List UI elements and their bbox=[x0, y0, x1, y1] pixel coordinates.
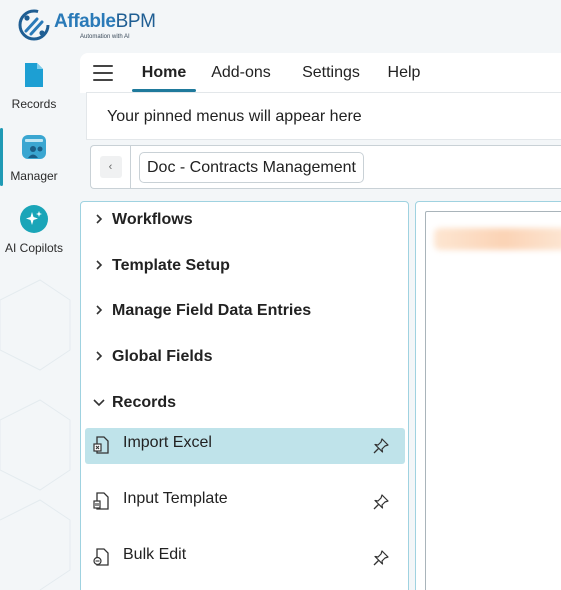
tab-add-ons[interactable]: Add-ons bbox=[206, 53, 276, 93]
module-navigation-panel: Workflows Template Setup Manage Field Da… bbox=[80, 201, 409, 590]
rail-item-label: Manager bbox=[10, 169, 58, 183]
records-icon bbox=[25, 63, 43, 87]
chevron-right-icon bbox=[96, 351, 103, 361]
nav-item-label: Bulk Edit bbox=[123, 546, 187, 563]
breadcrumb: ‹ Doc - Contracts Management bbox=[90, 145, 561, 189]
rail-item-ai-copilots[interactable]: AI Copilots bbox=[0, 198, 68, 262]
pinned-menus-bar: Your pinned menus will appear here bbox=[86, 92, 561, 140]
nav-item-input-template[interactable]: Input Template bbox=[85, 484, 405, 520]
rail-item-label: Records bbox=[11, 97, 57, 111]
pinned-menus-message: Your pinned menus will appear here bbox=[107, 108, 362, 125]
rail-item-label: AI Copilots bbox=[4, 241, 64, 255]
nav-section-global-fields[interactable]: Global Fields bbox=[91, 346, 391, 370]
tab-settings[interactable]: Settings bbox=[296, 53, 366, 93]
nav-section-label: Workflows bbox=[112, 211, 193, 228]
pin-icon[interactable] bbox=[372, 549, 390, 567]
tab-help[interactable]: Help bbox=[382, 53, 426, 93]
chevron-down-icon bbox=[93, 399, 105, 407]
content-panel bbox=[415, 201, 561, 590]
brand-logo: AffableBPM Automation with AI bbox=[17, 8, 156, 46]
nav-section-records[interactable]: Records bbox=[91, 392, 391, 416]
brand-name: AffableBPM bbox=[54, 11, 156, 32]
logo-mark-icon bbox=[18, 9, 50, 41]
pin-icon[interactable] bbox=[372, 437, 390, 455]
rail-item-records[interactable]: Records bbox=[0, 54, 68, 118]
content-frame bbox=[425, 211, 561, 590]
ai-copilots-icon bbox=[20, 205, 48, 233]
tab-home[interactable]: Home bbox=[132, 53, 196, 93]
nav-section-template-setup[interactable]: Template Setup bbox=[91, 255, 391, 279]
back-button[interactable]: ‹ bbox=[91, 146, 131, 188]
blurred-content-placeholder bbox=[434, 228, 561, 250]
chevron-right-icon bbox=[96, 214, 103, 224]
nav-item-import-excel[interactable]: Import Excel bbox=[85, 428, 405, 464]
nav-item-label: Input Template bbox=[123, 490, 228, 507]
top-navigation: Home Add-ons Settings Help bbox=[80, 53, 561, 93]
breadcrumb-current[interactable]: Doc - Contracts Management bbox=[139, 152, 364, 183]
pin-icon[interactable] bbox=[372, 493, 390, 511]
nav-item-label: Import Excel bbox=[123, 434, 212, 451]
chevron-right-icon bbox=[96, 260, 103, 270]
nav-item-bulk-edit[interactable]: Bulk Edit bbox=[85, 540, 405, 576]
nav-section-label: Manage Field Data Entries bbox=[112, 302, 312, 319]
nav-section-label: Global Fields bbox=[112, 348, 213, 365]
import-excel-icon bbox=[93, 436, 109, 454]
nav-section-manage-field-data-entries[interactable]: Manage Field Data Entries bbox=[91, 300, 391, 324]
nav-section-label: Records bbox=[112, 394, 177, 411]
rail-item-manager[interactable]: Manager bbox=[0, 126, 68, 190]
bulk-edit-icon bbox=[93, 548, 109, 566]
chevron-left-icon: ‹ bbox=[99, 156, 122, 178]
chevron-right-icon bbox=[96, 305, 103, 315]
manager-icon bbox=[22, 135, 46, 159]
nav-section-workflows[interactable]: Workflows bbox=[91, 209, 391, 233]
nav-section-label: Template Setup bbox=[112, 257, 230, 274]
input-template-icon bbox=[93, 492, 109, 510]
brand-tagline: Automation with AI bbox=[80, 34, 130, 40]
hamburger-icon[interactable] bbox=[93, 65, 113, 81]
